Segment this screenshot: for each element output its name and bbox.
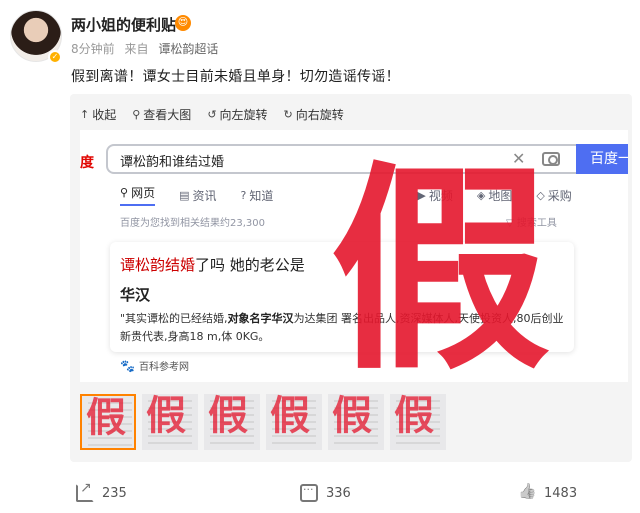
comment-icon [300,483,318,502]
zoom-icon: ⚲ [132,107,141,121]
username[interactable]: 两小姐的便利贴 [71,14,176,35]
thumbnail-strip: 假 假 假 假 假 假 [80,394,446,450]
card-answer: 华汉 [120,286,151,304]
rotate-right-button[interactable]: ↻ 向右旋转 [284,104,344,124]
verified-badge-icon: ✓ [48,50,62,64]
source-prefix: 来自 [124,42,149,56]
card-title-highlight: 谭松韵结婚 [120,256,196,274]
thumbnail[interactable]: 假 [328,394,384,450]
rotate-right-label: 向右旋转 [295,107,344,122]
result-count: 百度为您找到相关结果约23,300 [120,218,265,229]
collapse-label: 收起 [92,107,117,122]
comment-button[interactable]: 336 [300,483,351,502]
news-icon: ▤ [179,188,190,202]
rotate-left-button[interactable]: ↺ 向左旋转 [207,104,267,124]
like-button[interactable]: 1483 [518,484,577,502]
thumb-mark: 假 [146,394,186,439]
search-query: 谭松韵和谁结过婚 [120,155,225,170]
view-large-button[interactable]: ⚲ 查看大图 [132,104,191,124]
fake-stamp: 假 [330,140,551,382]
vip-badge-icon: 😍 [175,15,191,31]
thumb-mark: 假 [332,394,372,439]
card-title-rest: 了吗 她的老公是 [195,256,305,274]
thumbnail[interactable]: 假 [390,394,446,450]
result-source: 🐾 百科参考网 [120,358,189,374]
thumb-mark: 假 [270,394,310,439]
tab-web: ⚲ 网页 [120,184,156,206]
action-bar: 235 336 1483 [0,474,640,513]
view-large-label: 查看大图 [143,107,192,122]
thumbnail[interactable]: 假 [142,394,198,450]
thumb-mark: 假 [394,394,434,439]
tab-label: 知道 [249,188,274,203]
baidu-logo: 度 [80,155,94,171]
like-count: 1483 [544,485,578,501]
search-icon: ⚲ [120,186,129,199]
tab-zhidao: ? 知道 [241,184,274,206]
paw-icon: 🐾 [120,358,135,373]
repost-button[interactable]: 235 [76,480,127,502]
search-button: 百度一 [576,144,628,174]
collapse-button[interactable]: ↑ 收起 [80,104,116,124]
collapse-icon: ↑ [80,107,90,121]
question-icon: ? [240,188,247,202]
rotate-left-icon: ↺ [207,107,217,121]
thumbnail[interactable]: 假 [80,394,136,450]
comment-count: 336 [326,485,351,501]
media-toolbar: ↑ 收起 ⚲ 查看大图 ↺ 向左旋转 ↻ 向右旋转 [80,104,344,124]
thumb-mark: 假 [208,394,248,439]
thumb-mark: 假 [86,394,126,441]
post-meta: 8分钟前 来自 谭松韵超话 [71,40,224,57]
tab-label: 采购 [547,188,572,203]
snippet-pre: "其实谭松的已经结婚, [120,312,228,325]
tab-news: ▤ 资讯 [179,184,216,206]
post-header: ✓ 两小姐的便利贴 😍 8分钟前 来自 谭松韵超话 [0,0,640,64]
search-screenshot-image[interactable]: 度 谭松韵和谁结过婚 ✕ 百度一 ⚲ 网页 ▤ 资讯 ? 知道 ▶ 视频 ◈ 地… [80,130,628,382]
thumbnail[interactable]: 假 [204,394,260,450]
like-icon [518,484,536,502]
tab-label: 资讯 [192,188,217,203]
tab-label: 网页 [131,186,156,200]
snippet-bold: 对象名字华汉 [227,312,294,325]
source-link[interactable]: 谭松韵超话 [158,42,218,56]
rotate-right-icon: ↻ [283,107,293,121]
post-text: 假到离谱！谭女士目前未婚且单身！切勿造谣传谣！ [71,69,400,85]
rotate-left-label: 向左旋转 [219,107,268,122]
media-viewer: ↑ 收起 ⚲ 查看大图 ↺ 向左旋转 ↻ 向右旋转 度 谭松韵和谁结过婚 ✕ 百… [70,94,632,462]
repost-count: 235 [102,485,127,501]
source-label: 百科参考网 [138,362,189,373]
card-title: 谭松韵结婚了吗 她的老公是 [120,254,305,275]
repost-icon [76,480,94,502]
thumbnail[interactable]: 假 [266,394,322,450]
post-time[interactable]: 8分钟前 [71,42,115,56]
